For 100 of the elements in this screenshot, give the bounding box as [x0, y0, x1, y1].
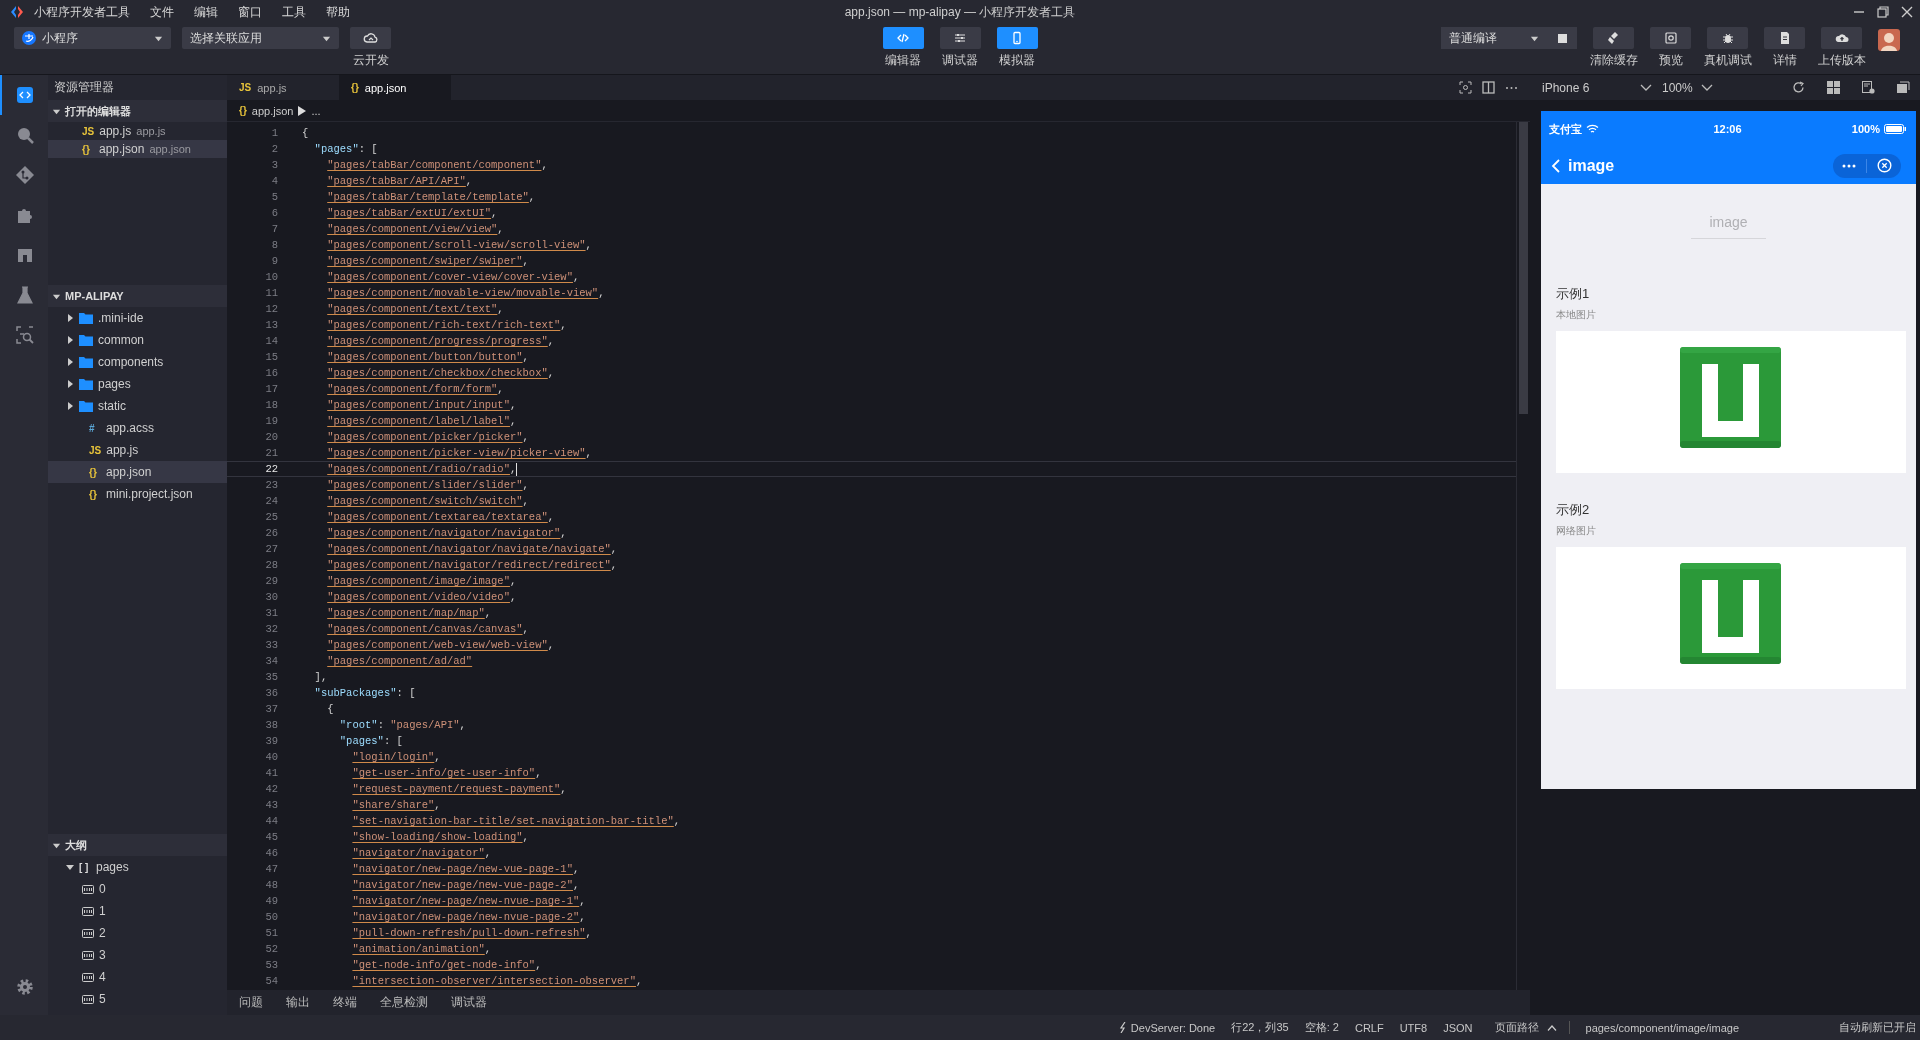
file-tree-item[interactable]: JS app.js — [48, 439, 227, 461]
avatar-icon[interactable] — [1878, 29, 1900, 51]
refresh-icon[interactable] — [1792, 81, 1805, 94]
line-number: 8 — [270, 239, 278, 251]
auto-refresh-status[interactable]: 自动刷新已开启 — [1839, 1020, 1916, 1035]
focus-icon[interactable] — [1459, 81, 1472, 94]
menu-item[interactable]: 文件 — [140, 0, 184, 24]
code-line: "get-node-info/get-node-info", — [351, 958, 542, 972]
stop-button[interactable] — [1547, 27, 1577, 49]
code-line: "navigator/new-page/new-nvue-page-1", — [351, 894, 586, 908]
outline-item[interactable]: 3 — [48, 944, 227, 966]
phone-icon — [1010, 31, 1024, 45]
outline-item[interactable]: 0 — [48, 878, 227, 900]
outline-item[interactable]: 2 — [48, 922, 227, 944]
array-icon: [ ] — [79, 861, 91, 873]
brush-icon — [1606, 31, 1621, 45]
back-icon[interactable] — [1551, 158, 1560, 173]
status-item[interactable]: UTF8 — [1399, 1021, 1428, 1034]
open-editor-item[interactable]: JS app.js app.js — [48, 122, 227, 140]
flask-icon[interactable] — [15, 285, 35, 305]
open-editor-item[interactable]: {} app.json app.json — [48, 140, 227, 158]
folder-icon — [79, 312, 93, 324]
file-tree-item[interactable]: .mini-ide — [48, 307, 227, 329]
page-settings-icon[interactable] — [1862, 81, 1875, 94]
git-branch-icon[interactable] — [15, 165, 35, 185]
outline-item[interactable]: 5 — [48, 988, 227, 1010]
breadcrumb-item[interactable]: ... — [311, 104, 321, 117]
menu-item[interactable]: 小程序开发者工具 — [24, 0, 140, 24]
panel-tab[interactable]: 终端 — [333, 994, 357, 1011]
code-line: "pages/component/movable-view/movable-view", — [326, 286, 605, 300]
panel-tab[interactable]: 输出 — [286, 994, 310, 1011]
outline-item[interactable]: [ ] pages — [48, 856, 227, 878]
toolbar-label: 详情 — [1772, 52, 1797, 69]
linked-app-dropdown[interactable]: 选择关联应用 — [182, 27, 339, 49]
section-header[interactable]: 打开的编辑器 — [48, 100, 227, 122]
window-icon[interactable] — [1897, 81, 1910, 94]
panel-tab[interactable]: 全息检测 — [380, 994, 428, 1011]
capsule-menu[interactable] — [1833, 153, 1901, 178]
file-tree-item[interactable]: pages — [48, 373, 227, 395]
compile-mode-dropdown[interactable]: 普通编译 — [1441, 27, 1547, 49]
code-line: "animation/animation", — [351, 942, 492, 956]
panel-tab[interactable]: 调试器 — [451, 994, 487, 1011]
page-path-toggle[interactable]: 页面路径 — [1494, 1020, 1557, 1035]
status-item[interactable]: JSON — [1443, 1021, 1473, 1034]
toolbar-label: 清除缓存 — [1589, 52, 1638, 69]
search-icon[interactable] — [15, 125, 35, 145]
section-header[interactable]: MP-ALIPAY — [48, 285, 227, 307]
status-time: 12:06 — [1712, 123, 1743, 135]
line-number: 19 — [264, 415, 278, 427]
code-line: "navigator/new-page/new-vue-page-1", — [351, 862, 580, 876]
grid-icon[interactable] — [1827, 81, 1840, 94]
restore-icon[interactable] — [1876, 5, 1890, 19]
mode-toggle[interactable] — [882, 27, 924, 49]
explorer-icon[interactable] — [15, 85, 35, 105]
settings-icon[interactable] — [15, 977, 35, 997]
code-line: "root": "pages/API", — [338, 718, 466, 732]
line-number: 36 — [264, 687, 278, 699]
mode-toggle[interactable] — [996, 27, 1038, 49]
menu-item[interactable]: 帮助 — [316, 0, 360, 24]
code-line: "pages/component/navigator/navigator", — [326, 526, 567, 540]
split-editor-icon[interactable] — [1482, 81, 1495, 94]
line-number: 47 — [264, 863, 278, 875]
code-line: "pages/component/radio/radio", — [326, 462, 517, 476]
toolbar-button[interactable] — [1764, 27, 1805, 49]
file-tree-item[interactable]: static — [48, 395, 227, 417]
close-circle-icon[interactable] — [1877, 158, 1892, 173]
caret-up-icon — [1546, 1024, 1557, 1031]
dev-server-status[interactable]: DevServer: Done — [1118, 1021, 1216, 1034]
file-tree-item[interactable]: {} mini.project.json — [48, 483, 227, 505]
toolbar-button[interactable] — [1821, 27, 1862, 49]
inspect-icon[interactable] — [15, 325, 35, 345]
menu-item[interactable]: 编辑 — [184, 0, 228, 24]
breadcrumb-item[interactable]: app.json — [251, 104, 294, 117]
file-tree-item[interactable]: common — [48, 329, 227, 351]
status-item[interactable]: CRLF — [1354, 1021, 1384, 1034]
toolbar-button[interactable] — [1593, 27, 1634, 49]
file-tree-item[interactable]: components — [48, 351, 227, 373]
toolbar-button[interactable] — [1650, 27, 1691, 49]
outline-item[interactable]: 1 — [48, 900, 227, 922]
menu-item[interactable]: 工具 — [272, 0, 316, 24]
file-tree-item[interactable]: # app.acss — [48, 417, 227, 439]
line-number: 38 — [264, 719, 278, 731]
zoom-dropdown[interactable]: 100% — [1662, 80, 1713, 95]
cloud-button[interactable] — [350, 27, 391, 49]
app-type-dropdown[interactable]: 小程序 — [14, 27, 171, 49]
toolbar-button[interactable] — [1707, 27, 1748, 49]
section-header[interactable]: 大纲 — [48, 834, 227, 856]
code-line: "pages/component/view/view", — [326, 222, 504, 236]
menu-item[interactable]: 窗口 — [228, 0, 272, 24]
file-tree-item[interactable]: {} app.json — [48, 461, 227, 483]
editor-tab[interactable]: {} app.json — [339, 75, 451, 100]
more-icon[interactable] — [1842, 163, 1856, 168]
close-icon[interactable] — [1900, 5, 1914, 19]
status-item[interactable]: 空格: 2 — [1304, 1020, 1339, 1035]
outline-item[interactable]: 4 — [48, 966, 227, 988]
status-item[interactable]: 行22，列35 — [1231, 1020, 1289, 1035]
panel-tab[interactable]: 问题 — [239, 994, 263, 1011]
device-dropdown[interactable]: iPhone 6 — [1542, 80, 1652, 95]
editor-tab[interactable]: JS app.js — [227, 75, 339, 100]
mode-toggle[interactable] — [939, 27, 981, 49]
